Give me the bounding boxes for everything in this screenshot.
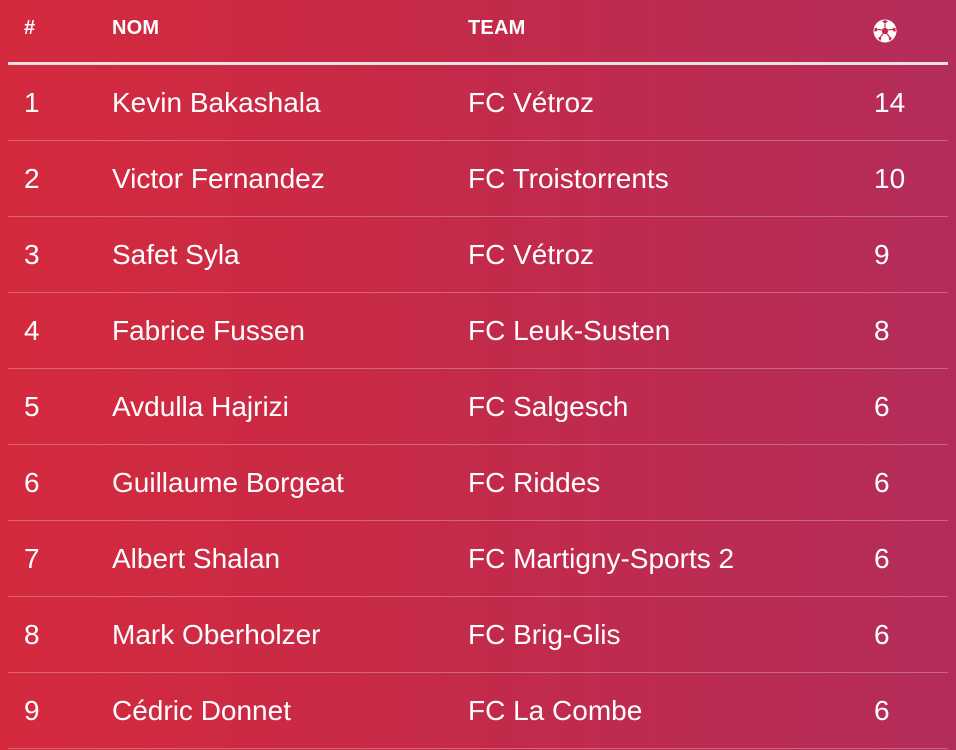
goals-cell: 6 xyxy=(874,695,890,726)
name-column-header: NOM xyxy=(112,17,160,39)
goals-cell: 6 xyxy=(874,467,890,498)
table-body: 1 Kevin Bakashala FC Vétroz 14 2 Victor Ferna… xyxy=(8,65,948,749)
player-name-cell: Kevin Bakashala xyxy=(112,87,321,118)
table-row: 5 Avdulla Hajrizi FC Salgesch 6 xyxy=(8,369,948,445)
team-cell: FC Martigny-Sports 2 xyxy=(468,543,735,574)
table-row: 2 Victor Fernandez FC Troistorrents 10 xyxy=(8,141,948,217)
team-cell: FC Troistorrents xyxy=(468,163,669,194)
goals-cell: 14 xyxy=(874,87,906,118)
team-cell: FC Vétroz xyxy=(468,239,595,270)
rank-cell: 5 xyxy=(24,391,40,422)
goals-cell: 6 xyxy=(874,391,890,422)
table-row: 8 Mark Oberholzer FC Brig-Glis 6 xyxy=(8,597,948,673)
goals-cell: 9 xyxy=(874,239,890,270)
goals-cell: 8 xyxy=(874,315,890,346)
team-cell: FC La Combe xyxy=(468,695,643,726)
team-cell: FC Riddes xyxy=(468,467,601,498)
team-cell: FC Leuk-Susten xyxy=(468,315,671,346)
rank-cell: 6 xyxy=(24,467,40,498)
goals-cell: 6 xyxy=(874,619,890,650)
player-name-cell: Cédric Donnet xyxy=(112,695,291,726)
team-cell: FC Vétroz xyxy=(468,87,595,118)
player-name-cell: Avdulla Hajrizi xyxy=(112,391,289,422)
player-name-cell: Guillaume Borgeat xyxy=(112,467,344,498)
soccer-ball-icon xyxy=(872,18,898,44)
goals-cell: 6 xyxy=(874,543,890,574)
table-header: # NOM TEAM xyxy=(8,0,948,65)
player-name-cell: Victor Fernandez xyxy=(112,163,325,194)
rank-cell: 3 xyxy=(24,239,40,270)
rank-cell: 1 xyxy=(24,87,40,118)
scorers-table: # NOM TEAM 1 Kevin Bakashala FC Vétroz 14 2 V… xyxy=(8,0,948,749)
player-name-cell: Safet Syla xyxy=(112,239,240,270)
goals-cell: 10 xyxy=(874,163,906,194)
table-row: 6 Guillaume Borgeat FC Riddes 6 xyxy=(8,445,948,521)
player-name-cell: Albert Shalan xyxy=(112,543,281,574)
team-column-header: TEAM xyxy=(468,17,526,39)
rank-cell: 9 xyxy=(24,695,40,726)
rank-cell: 8 xyxy=(24,619,40,650)
rank-cell: 2 xyxy=(24,163,40,194)
table-row: 3 Safet Syla FC Vétroz 9 xyxy=(8,217,948,293)
table-row: 9 Cédric Donnet FC La Combe 6 xyxy=(8,673,948,749)
team-cell: FC Salgesch xyxy=(468,391,629,422)
table-row: 1 Kevin Bakashala FC Vétroz 14 xyxy=(8,65,948,141)
rank-cell: 4 xyxy=(24,315,40,346)
player-name-cell: Mark Oberholzer xyxy=(112,619,321,650)
table-row: 7 Albert Shalan FC Martigny-Sports 2 6 xyxy=(8,521,948,597)
player-name-cell: Fabrice Fussen xyxy=(112,315,305,346)
rank-cell: 7 xyxy=(24,543,40,574)
rank-column-header: # xyxy=(24,17,36,39)
team-cell: FC Brig-Glis xyxy=(468,619,621,650)
table-row: 4 Fabrice Fussen FC Leuk-Susten 8 xyxy=(8,293,948,369)
